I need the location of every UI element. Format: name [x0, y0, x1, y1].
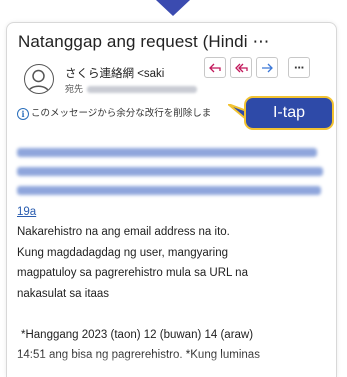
body-line: *Hanggang 2023 (taon) 12 (buwan) 14 (ara… [21, 328, 254, 341]
tap-callout: I-tap [244, 96, 334, 130]
info-banner[interactable]: i このメッセージから余分な改行を削除しま [17, 105, 211, 120]
redacted-link-line-1[interactable] [17, 148, 317, 157]
reply-icon[interactable] [204, 57, 226, 78]
link-suffix[interactable]: 19a [17, 206, 36, 218]
forward-icon[interactable] [256, 57, 278, 78]
avatar-icon[interactable] [24, 64, 54, 94]
body-line: Nakarehistro na ang email address na ito… [17, 226, 230, 238]
recipient-redacted [87, 86, 198, 94]
message-actions: ··· [204, 57, 310, 78]
scroll-fade [7, 351, 336, 377]
redacted-link-line-2[interactable] [17, 167, 323, 176]
to-label: 宛先 [65, 84, 84, 94]
sender-name[interactable]: さくら連絡網 <saki [65, 65, 164, 81]
down-arrow-icon [156, 0, 190, 16]
body-line: magpatuloy sa pagrerehistro mula sa URL … [17, 267, 248, 279]
body-line: Kung magdadagdag ng user, mangyaring [17, 246, 228, 259]
body-line-blank [17, 304, 327, 325]
recipient-row: 宛先 [65, 82, 198, 95]
more-icon[interactable]: ··· [288, 57, 310, 78]
reply-all-icon[interactable] [230, 57, 252, 78]
email-body: Nakarehistro na ang email address na ito… [17, 222, 327, 366]
redacted-link-line-3[interactable] [17, 186, 321, 195]
email-card: Natanggap ang request (Hindi ⋯ さくら連絡網 <s… [6, 22, 337, 377]
info-icon: i [17, 108, 29, 120]
email-subject: Natanggap ang request (Hindi ⋯ [18, 32, 270, 51]
info-banner-text: このメッセージから余分な改行を削除しま [31, 108, 212, 119]
body-line: nakasulat sa itaas [17, 287, 110, 300]
